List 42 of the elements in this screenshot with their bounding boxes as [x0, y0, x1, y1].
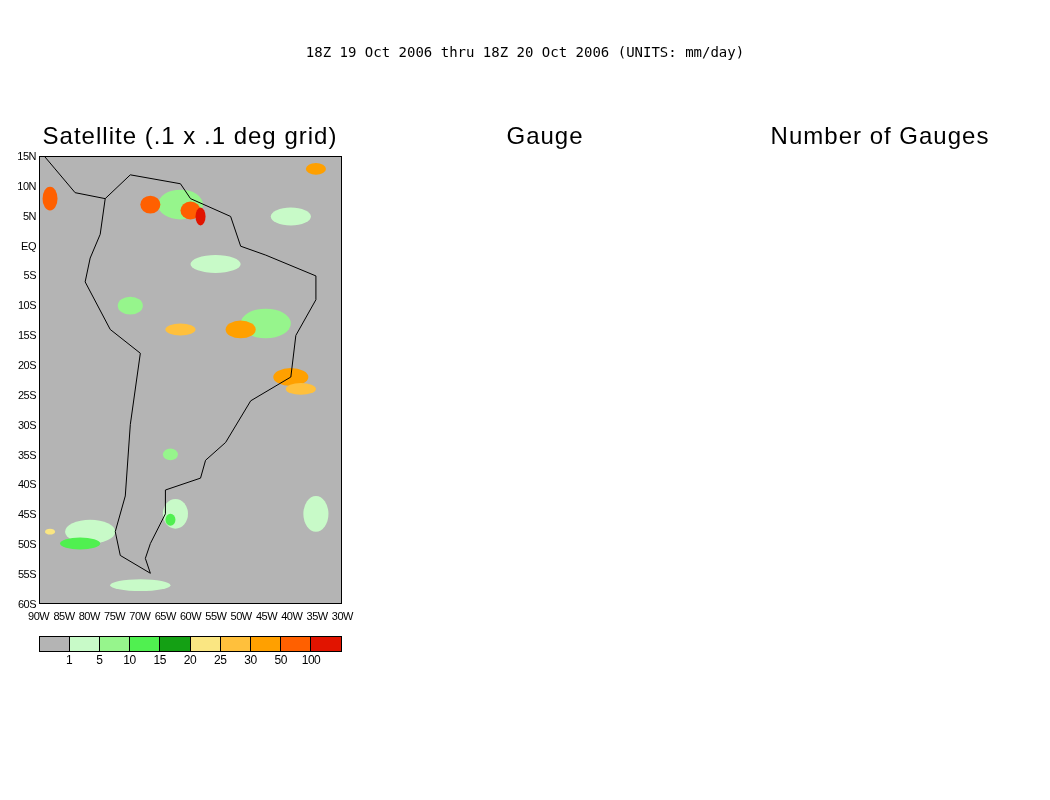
- latitude-label: EQ: [21, 239, 36, 252]
- scale-label: 5: [95, 654, 104, 666]
- chart-title: 18Z 19 Oct 2006 thru 18Z 20 Oct 2006 (UNITS: mm/day): [305, 44, 745, 60]
- longitude-label: 45W: [254, 610, 279, 622]
- longitude-label: 60W: [178, 610, 203, 622]
- latitude-label: 10S: [17, 299, 36, 312]
- longitude-label: 80W: [77, 610, 102, 622]
- longitude-label: 85W: [52, 610, 76, 622]
- latitude-label: 35S: [17, 448, 36, 461]
- latitude-label: 30S: [17, 418, 36, 431]
- scale-label: 1: [64, 654, 74, 666]
- longitude-label: 65W: [153, 610, 178, 622]
- panel-title: Satellite (.1 x .1 deg grid): [41, 122, 339, 150]
- scale-label: 100: [300, 654, 322, 666]
- panel-title: Number of Gauges: [769, 122, 991, 150]
- scale-label: 20: [182, 654, 198, 666]
- longitude-label: 30W: [330, 610, 355, 622]
- latitude-label: 45S: [17, 508, 36, 521]
- scale-label: 15: [152, 654, 167, 666]
- latitude-label: 40S: [17, 478, 36, 491]
- longitude-label: 50W: [229, 610, 253, 622]
- latitude-label: 10N: [17, 179, 36, 192]
- longitude-label: 40W: [280, 610, 304, 622]
- longitude-label: 35W: [305, 610, 329, 622]
- latitude-label: 60S: [17, 597, 36, 610]
- scale-label: 30: [243, 654, 258, 666]
- longitude-label: 75W: [103, 610, 127, 622]
- longitude-label: 90W: [27, 610, 51, 622]
- scale-label: 50: [273, 654, 288, 666]
- latitude-label: 15S: [17, 329, 36, 342]
- scale-label: 10: [122, 654, 137, 666]
- latitude-label: 15N: [17, 150, 36, 162]
- latitude-label: 5N: [22, 209, 36, 222]
- latitude-label: 20S: [17, 359, 36, 371]
- panel-title: Gauge: [505, 122, 585, 150]
- longitude-label: 70W: [128, 610, 152, 622]
- latitude-label: 5S: [23, 269, 36, 282]
- scale-label: 25: [213, 654, 228, 666]
- latitude-label: 50S: [17, 538, 36, 551]
- longitude-label: 55W: [204, 610, 228, 622]
- latitude-label: 25S: [17, 388, 36, 401]
- latitude-label: 55S: [17, 568, 36, 581]
